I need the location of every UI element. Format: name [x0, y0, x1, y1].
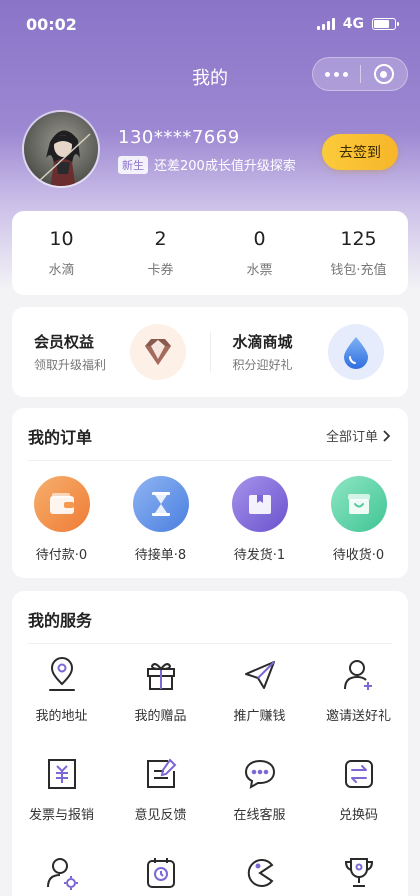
growth-progress-text: 还差200成长值升级探索 — [154, 159, 296, 174]
section-divider — [28, 460, 392, 461]
member-benefits-entry[interactable]: 会员权益 领取升级福利 — [12, 307, 210, 397]
promo-subtitle: 积分迎好礼 — [232, 358, 293, 372]
section-divider — [28, 643, 392, 644]
signin-button[interactable]: 去签到 — [322, 134, 398, 170]
order-label: 待收货·0 — [332, 548, 385, 563]
location-pin-icon — [42, 655, 82, 695]
member-level[interactable]: 新生 还差200成长值升级探索 — [118, 155, 296, 174]
trophy-icon — [339, 853, 379, 893]
stat-wallet[interactable]: 125 钱包·充值 — [309, 211, 408, 295]
chevron-right-icon — [383, 429, 390, 442]
orders-card: 我的订单 全部订单 待付款·0 待接单·8 待发货·1 待收货·0 — [12, 408, 408, 578]
service-redeem-code[interactable]: 兑换码 — [309, 754, 408, 823]
promo-title: 水滴商城 — [232, 333, 293, 351]
hourglass-icon — [132, 476, 189, 532]
timer-icon — [141, 853, 181, 893]
order-status-row: 待付款·0 待接单·8 待发货·1 待收货·0 — [12, 476, 408, 563]
promo-title: 会员权益 — [34, 333, 95, 351]
close-mini-program-button[interactable] — [361, 58, 408, 90]
orders-title: 我的订单 — [28, 428, 93, 447]
signal-icon — [316, 18, 335, 30]
more-dots-icon — [324, 71, 348, 77]
paper-plane-icon — [240, 655, 280, 695]
services-title: 我的服务 — [28, 611, 93, 630]
stat-coupons[interactable]: 2 卡券 — [111, 211, 210, 295]
stat-label: 钱包·充值 — [330, 263, 387, 278]
service-games[interactable] — [210, 853, 309, 896]
status-indicators: 4G — [316, 16, 399, 32]
stat-water-tickets[interactable]: 0 水票 — [210, 211, 309, 295]
stat-label: 卡券 — [147, 263, 174, 278]
service-promote-earn[interactable]: 推广赚钱 — [210, 655, 309, 724]
wallet-icon — [33, 476, 90, 532]
service-label: 在线客服 — [233, 808, 286, 823]
feedback-icon — [141, 754, 181, 794]
all-orders-link[interactable]: 全部订单 — [326, 426, 390, 445]
service-account-settings[interactable] — [12, 853, 111, 896]
diamond-icon — [129, 324, 186, 380]
service-grid: 我的地址 我的赠品 推广赚钱 邀请送好礼 发票与报销 意见反馈 在线客服 兑换码 — [12, 655, 408, 896]
target-icon — [373, 64, 394, 84]
stat-value: 0 — [253, 228, 266, 250]
pacman-icon — [240, 853, 280, 893]
all-orders-label: 全部订单 — [325, 430, 378, 445]
stat-value: 2 — [154, 228, 167, 250]
stat-label: 水票 — [246, 263, 273, 278]
service-label: 推广赚钱 — [233, 709, 286, 724]
avatar[interactable] — [22, 110, 100, 188]
order-pending-payment[interactable]: 待付款·0 — [12, 476, 111, 563]
services-card: 我的服务 我的地址 我的赠品 推广赚钱 邀请送好礼 发票与报销 意见反馈 在线客… — [12, 591, 408, 896]
water-mall-entry[interactable]: 水滴商城 积分迎好礼 — [211, 307, 409, 397]
chat-icon — [240, 754, 280, 794]
phone-number: 130****7669 — [118, 127, 240, 148]
level-badge: 新生 — [118, 155, 148, 174]
order-label: 待付款·0 — [35, 548, 88, 563]
service-label: 意见反馈 — [134, 808, 187, 823]
user-settings-icon — [42, 853, 82, 893]
service-invoice[interactable]: 发票与报销 — [12, 754, 111, 823]
mini-program-capsule — [312, 57, 408, 91]
stat-water-drops[interactable]: 10 水滴 — [12, 211, 111, 295]
service-invite-friends[interactable]: 邀请送好礼 — [309, 655, 408, 724]
service-feedback[interactable]: 意见反馈 — [111, 754, 210, 823]
invoice-icon — [42, 754, 82, 794]
shopping-bag-icon — [330, 476, 387, 532]
service-rewards[interactable] — [309, 853, 408, 896]
service-label: 我的地址 — [35, 709, 88, 724]
status-time: 00:02 — [26, 15, 77, 34]
box-icon — [231, 476, 288, 532]
service-online-support[interactable]: 在线客服 — [210, 754, 309, 823]
service-timer[interactable] — [111, 853, 210, 896]
status-bar: 00:02 4G — [0, 0, 420, 48]
gift-icon — [141, 655, 181, 695]
service-label: 兑换码 — [338, 808, 378, 823]
service-label: 我的赠品 — [134, 709, 187, 724]
network-type: 4G — [342, 16, 364, 32]
service-label: 邀请送好礼 — [325, 709, 391, 724]
stat-value: 10 — [49, 228, 74, 250]
water-drop-icon — [328, 324, 384, 380]
more-button[interactable] — [313, 58, 360, 90]
order-pending-shipment[interactable]: 待发货·1 — [210, 476, 309, 563]
order-pending-receipt[interactable]: 待收货·0 — [309, 476, 408, 563]
stat-value: 125 — [340, 228, 377, 250]
stat-label: 水滴 — [48, 263, 75, 278]
order-pending-accept[interactable]: 待接单·8 — [111, 476, 210, 563]
service-my-address[interactable]: 我的地址 — [12, 655, 111, 724]
order-label: 待发货·1 — [233, 548, 286, 563]
service-label: 发票与报销 — [28, 808, 94, 823]
promo-card: 会员权益 领取升级福利 水滴商城 积分迎好礼 — [12, 307, 408, 397]
battery-icon — [372, 18, 399, 30]
promo-subtitle: 领取升级福利 — [34, 358, 107, 372]
service-my-gifts[interactable]: 我的赠品 — [111, 655, 210, 724]
order-label: 待接单·8 — [134, 548, 187, 563]
account-stats: 10 水滴 2 卡券 0 水票 125 钱包·充值 — [12, 211, 408, 295]
exchange-icon — [339, 754, 379, 794]
add-user-icon — [339, 655, 379, 695]
